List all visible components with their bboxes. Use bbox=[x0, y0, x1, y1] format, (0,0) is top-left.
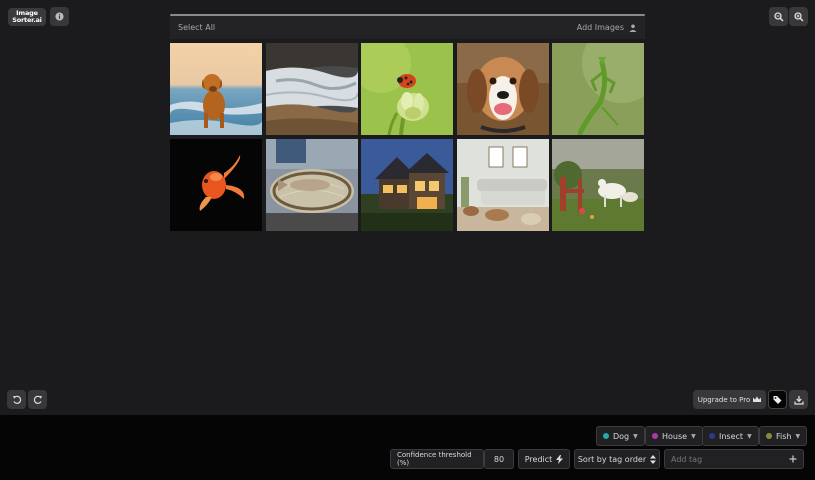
predict-button[interactable]: Predict bbox=[518, 449, 570, 469]
crown-icon bbox=[753, 396, 762, 402]
tag-label: Insect bbox=[719, 431, 744, 441]
image-thumbnail-ladybug[interactable] bbox=[361, 43, 453, 135]
chevron-down-icon: ▼ bbox=[747, 432, 752, 440]
tag-label: Dog bbox=[613, 431, 630, 441]
image-gallery: Select All Add Images bbox=[170, 14, 645, 231]
upgrade-label: Upgrade to Pro bbox=[697, 395, 751, 404]
chevron-down-icon: ▼ bbox=[633, 432, 638, 440]
add-images-button[interactable]: Add Images bbox=[577, 23, 637, 32]
chevron-down-icon: ▼ bbox=[795, 432, 801, 440]
select-all-button[interactable]: Select All bbox=[178, 23, 215, 32]
tag-color-dot bbox=[709, 433, 715, 439]
confidence-threshold-input[interactable]: 80 bbox=[484, 449, 514, 469]
sort-label: Sort by tag order bbox=[577, 454, 647, 464]
tag-chip-insect[interactable]: Insect ▼ bbox=[702, 426, 759, 446]
plus-icon[interactable] bbox=[789, 455, 797, 463]
confidence-value: 80 bbox=[493, 454, 505, 464]
download-button[interactable] bbox=[789, 390, 808, 409]
confidence-label-text: Confidence threshold (%) bbox=[397, 451, 472, 467]
tag-color-dot bbox=[766, 433, 772, 439]
add-images-label: Add Images bbox=[576, 23, 624, 32]
tags-toggle-button[interactable] bbox=[768, 390, 787, 409]
add-tag-field[interactable] bbox=[664, 449, 804, 469]
lightning-icon bbox=[556, 454, 564, 464]
image-thumbnail-goats[interactable] bbox=[552, 139, 644, 231]
tag-label: Fish bbox=[776, 431, 792, 441]
image-thumbnail-house[interactable] bbox=[361, 139, 453, 231]
upgrade-to-pro-button[interactable]: Upgrade to Pro bbox=[693, 390, 766, 409]
user-icon bbox=[629, 24, 637, 32]
zoom-in-icon bbox=[793, 11, 804, 22]
add-tag-input[interactable] bbox=[671, 454, 781, 464]
image-thumbnail-river[interactable] bbox=[265, 43, 358, 135]
confidence-threshold-label: Confidence threshold (%) bbox=[390, 449, 484, 469]
image-thumbnail-beagle[interactable] bbox=[456, 43, 549, 135]
image-thumbnail-fish-net[interactable] bbox=[265, 139, 358, 231]
undo-button[interactable] bbox=[7, 390, 26, 409]
tag-chip-fish[interactable]: Fish ▼ bbox=[759, 426, 808, 446]
logo-line2: Sorter.ai bbox=[12, 16, 42, 24]
app-root: Image Sorter.ai Select All Add Images Up… bbox=[0, 0, 815, 480]
tag-label: House bbox=[662, 431, 688, 441]
tag-color-dot bbox=[652, 433, 658, 439]
sort-by-tag-order-select[interactable]: Sort by tag order bbox=[574, 449, 660, 469]
sort-icon bbox=[650, 454, 657, 464]
tag-chip-dog[interactable]: Dog ▼ bbox=[596, 426, 645, 446]
tag-chip-house[interactable]: House ▼ bbox=[645, 426, 703, 446]
zoom-out-button[interactable] bbox=[769, 7, 788, 26]
download-icon bbox=[793, 395, 804, 405]
redo-icon bbox=[33, 395, 42, 404]
image-thumbnail-living-room[interactable] bbox=[456, 139, 549, 231]
chevron-down-icon: ▼ bbox=[691, 432, 696, 440]
tags-icon bbox=[773, 395, 781, 404]
app-logo[interactable]: Image Sorter.ai bbox=[8, 8, 46, 26]
info-button[interactable] bbox=[50, 7, 69, 26]
undo-icon bbox=[12, 395, 21, 404]
zoom-out-icon bbox=[773, 11, 784, 22]
zoom-in-button[interactable] bbox=[789, 7, 808, 26]
image-thumbnail-dog-beach[interactable] bbox=[170, 43, 262, 135]
image-thumbnail-goldfish[interactable] bbox=[170, 139, 262, 231]
predict-label: Predict bbox=[524, 454, 553, 464]
redo-button[interactable] bbox=[28, 390, 47, 409]
image-thumbnail-mantis[interactable] bbox=[552, 43, 644, 135]
gallery-header: Select All Add Images bbox=[170, 16, 645, 39]
image-grid bbox=[170, 43, 645, 231]
tag-color-dot bbox=[603, 433, 609, 439]
info-icon bbox=[55, 12, 64, 21]
tagging-panel bbox=[0, 415, 815, 480]
